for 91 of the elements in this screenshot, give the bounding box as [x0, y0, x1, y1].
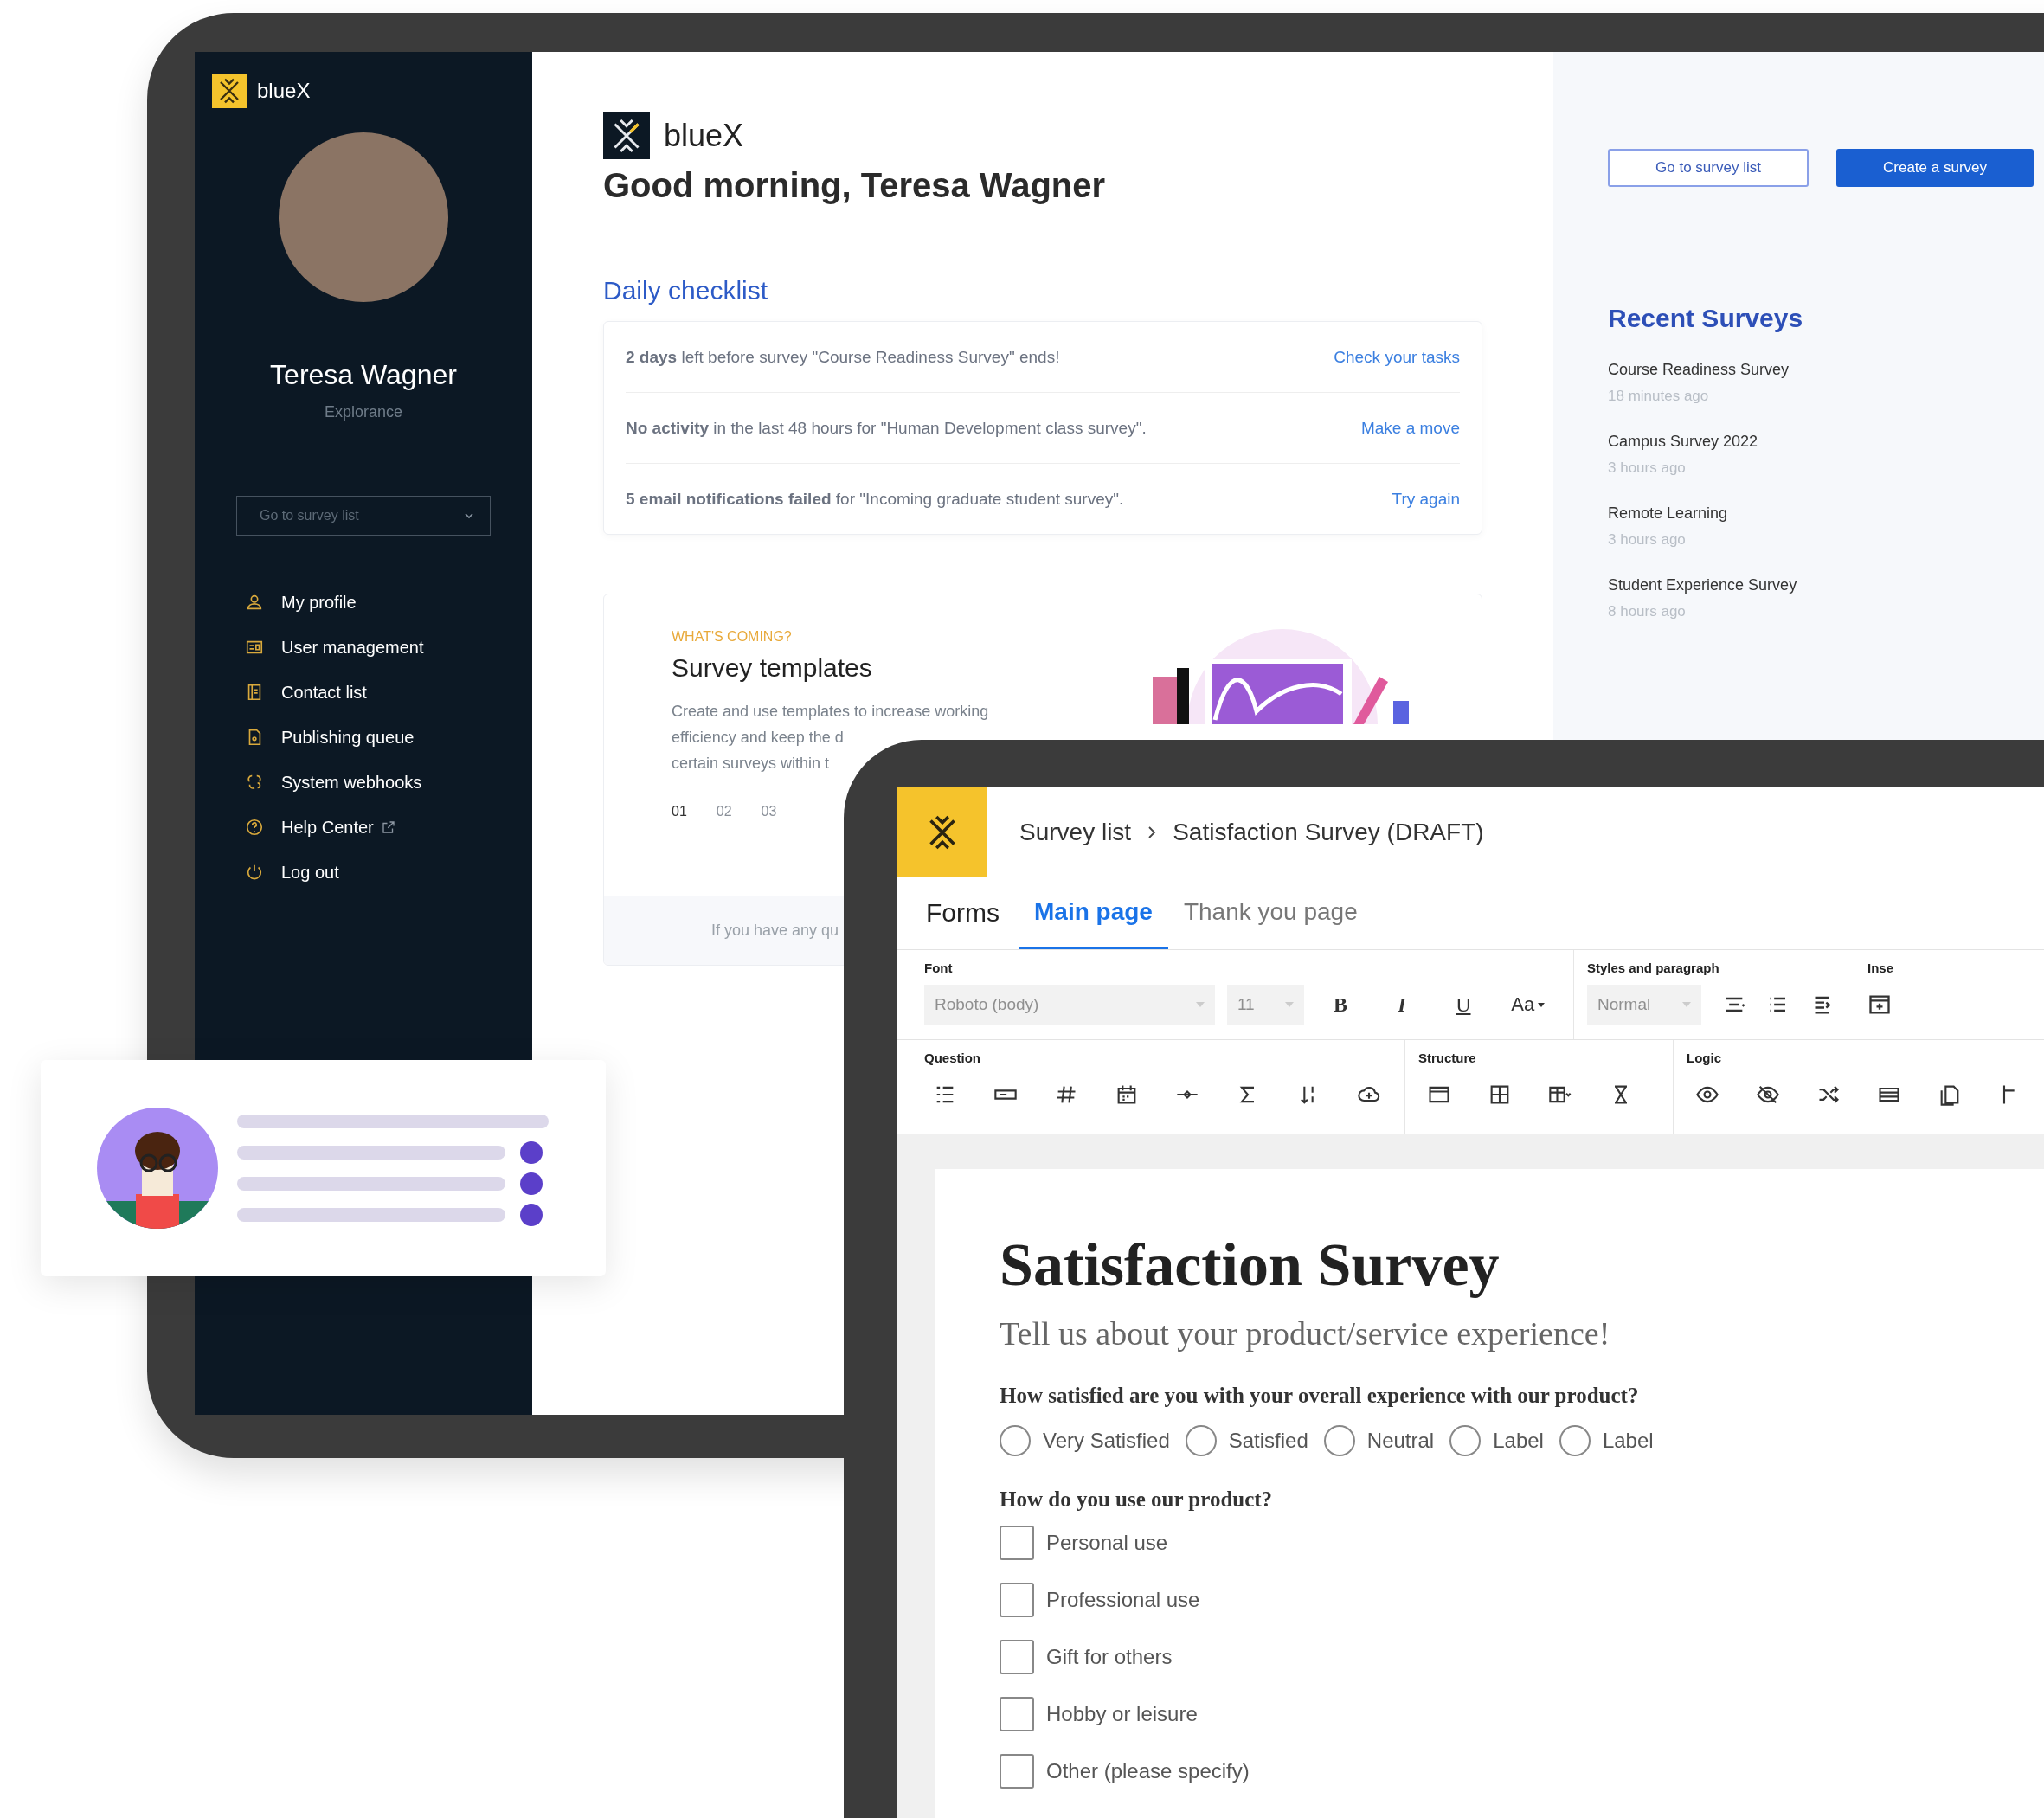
logo-text: blueX	[257, 79, 311, 103]
person-icon	[245, 593, 264, 612]
bullet-dot	[520, 1141, 543, 1164]
caret-icon	[464, 512, 474, 519]
menu-link[interactable]: Contact list	[281, 682, 367, 703]
user-name: Teresa Wagner	[270, 359, 457, 391]
description-line: certain surveys within t	[672, 754, 831, 774]
option-label: Gift for others	[1046, 1645, 1173, 1669]
radio-button[interactable]	[1185, 1425, 1217, 1456]
group-label: Font	[924, 960, 954, 975]
italic-button[interactable]: I	[1377, 985, 1427, 1025]
option-label: Very Satisfied	[1043, 1429, 1170, 1453]
page-number[interactable]: 01	[672, 804, 687, 819]
timestamp: 3 hours ago	[1608, 459, 1687, 477]
radio-button[interactable]	[1000, 1425, 1031, 1456]
tab[interactable]: Main page	[1019, 877, 1168, 949]
survey-link[interactable]: Campus Survey 2022	[1608, 433, 1758, 450]
create-button[interactable]: Create a survey	[1836, 149, 2034, 187]
option-label: Hobby or leisure	[1046, 1702, 1198, 1726]
description-line: efficiency and keep the d	[672, 728, 845, 748]
menu-link[interactable]: Help Center	[281, 817, 374, 838]
logo-icon	[212, 74, 247, 108]
option-label: Other (please specify)	[1046, 1759, 1250, 1783]
checkbox[interactable]	[1000, 1583, 1034, 1617]
checkbox[interactable]	[1000, 1754, 1034, 1789]
checklist-text: 5 email notifications failed for "Incoming graduate student survey".	[626, 489, 1124, 509]
chevron-right-icon	[1147, 825, 1158, 839]
section-title: Forms	[926, 897, 1000, 928]
external-link-icon	[380, 819, 396, 835]
breadcrumb-link[interactable]: Survey list	[1019, 818, 1132, 846]
checklist-text: No activity in the last 48 hours for "Human Development class survey".	[626, 418, 1147, 438]
logo-text: blueX	[664, 118, 744, 154]
description-line: Create and use templates to increase working	[672, 702, 989, 722]
menu-link[interactable]: Log out	[281, 862, 339, 883]
form-subtitle: Tell us about your product/service experience!	[1000, 1314, 1611, 1352]
group-label: Structure	[1418, 1050, 1477, 1065]
caret-icon	[1682, 1002, 1691, 1007]
timestamp: 3 hours ago	[1608, 531, 1687, 549]
caret-icon	[1538, 1002, 1546, 1007]
caret-icon	[1195, 1002, 1205, 1007]
survey-link[interactable]: Student Experience Survey	[1608, 576, 1797, 594]
breadcrumb-current: Satisfaction Survey (DRAFT)	[1173, 818, 1484, 846]
option-label: Satisfied	[1228, 1429, 1308, 1453]
checklist-link[interactable]: Check your tasks	[1334, 347, 1460, 367]
logo-icon	[603, 112, 650, 159]
caret-icon	[1284, 1002, 1294, 1007]
group-label: Inse	[1867, 960, 1893, 975]
option-label: Label	[1602, 1429, 1654, 1453]
eyebrow-label: WHAT'S COMING?	[672, 629, 793, 645]
radio-button[interactable]	[1449, 1425, 1482, 1456]
organization-name: Explorance	[324, 403, 403, 421]
help-icon	[245, 818, 264, 837]
section-title: Recent Surveys	[1608, 304, 1804, 333]
radio-button[interactable]	[1559, 1425, 1591, 1456]
checkbox[interactable]	[1000, 1640, 1034, 1674]
menu-link[interactable]: User management	[281, 637, 424, 658]
option-label: Professional use	[1046, 1588, 1200, 1612]
bullet-dot	[520, 1172, 543, 1195]
menu-link[interactable]: Publishing queue	[281, 727, 415, 748]
card-title: Survey templates	[672, 653, 873, 683]
question-text: How do you use our product?	[1000, 1487, 1274, 1512]
checkbox[interactable]	[1000, 1526, 1034, 1560]
tab[interactable]: Thank you page	[1167, 877, 1373, 949]
group-label: Styles and paragraph	[1587, 960, 1720, 975]
checklist-link[interactable]: Make a move	[1360, 418, 1460, 438]
bold-button[interactable]: B	[1315, 985, 1366, 1025]
timestamp: 8 hours ago	[1608, 603, 1687, 620]
footer-text: If you have any qu	[711, 921, 839, 940]
logo-icon	[897, 787, 987, 877]
menu-link[interactable]: My profile	[281, 592, 357, 613]
timestamp: 18 minutes ago	[1608, 388, 1710, 405]
radio-button[interactable]	[1323, 1425, 1355, 1456]
checklist-link[interactable]: Try again	[1392, 489, 1460, 509]
group-label: Question	[924, 1050, 981, 1065]
text-case-button[interactable]: Aa	[1500, 985, 1557, 1025]
survey-link[interactable]: Course Readiness Survey	[1608, 361, 1790, 378]
bullet-dot	[520, 1204, 543, 1226]
checkbox[interactable]	[1000, 1697, 1034, 1731]
checklist-text: 2 days left before survey "Course Readiness Survey" ends!	[626, 347, 1060, 367]
greeting: Good morning, Teresa Wagner	[603, 166, 1107, 205]
question-text: How satisfied are you with your overall experience with our product?	[1000, 1384, 1640, 1408]
survey-list-button[interactable]: Go to survey list	[1608, 149, 1809, 187]
option-label: Label	[1493, 1429, 1544, 1453]
group-label: Logic	[1687, 1050, 1722, 1065]
option-label: Neutral	[1366, 1429, 1435, 1453]
survey-link[interactable]: Remote Learning	[1608, 504, 1728, 522]
menu-link[interactable]: System webhooks	[281, 772, 422, 793]
option-label: Personal use	[1046, 1531, 1168, 1555]
power-icon	[245, 863, 264, 882]
underline-button[interactable]: U	[1438, 985, 1488, 1025]
section-title: Daily checklist	[603, 276, 769, 305]
